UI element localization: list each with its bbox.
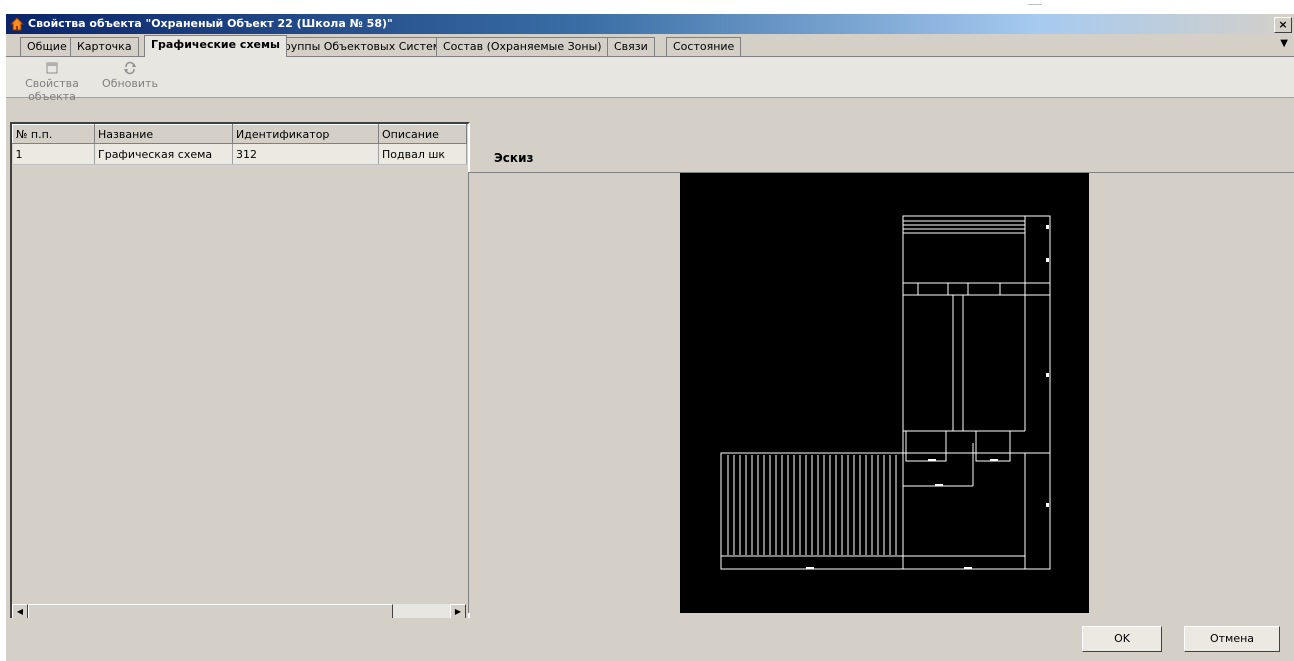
object-properties-label: Свойства объекта [25,77,79,103]
house-icon [10,17,24,31]
column-header-number[interactable]: № п.п. [12,124,95,144]
refresh-label: Обновить [102,77,158,90]
column-header-name[interactable]: Название [94,124,233,144]
cell-identifier: 312 [232,143,379,165]
stair-lines [727,455,897,555]
properties-icon [46,62,58,74]
desktop-strip [0,0,1294,14]
divider [1028,4,1042,5]
cell-description: Подвал шк [378,143,467,165]
object-properties-button[interactable]: Свойства объекта [10,61,94,103]
tab-card[interactable]: Карточка [70,37,139,56]
schemes-table: № п.п. Название Идентификатор Описание 1… [12,124,467,165]
sketch-image [680,173,1089,613]
tab-object-system-groups[interactable]: Группы Объектовых Систем [270,37,449,56]
column-header-description[interactable]: Описание [378,124,467,144]
preview-area [468,172,1294,613]
tab-state[interactable]: Состояние [666,37,742,56]
ok-button[interactable]: OK [1082,626,1162,652]
floor-plan-drawing [720,215,1051,570]
tab-links[interactable]: Связи [607,37,655,56]
refresh-icon [124,61,136,75]
table-row[interactable]: 1 Графическая схема 312 Подвал шк [12,143,467,165]
cell-name: Графическая схема [94,143,233,165]
window-title: Свойства объекта "Охраненый Объект 22 (Ш… [28,17,393,30]
refresh-button[interactable]: Обновить [100,61,160,90]
tab-graphic-schemes[interactable]: Графические схемы [144,35,287,57]
dialog-footer: OK Отмена [6,618,1294,661]
cancel-button[interactable]: Отмена [1184,626,1280,652]
title-bar[interactable]: Свойства объекта "Охраненый Объект 22 (Ш… [6,14,1294,34]
close-button[interactable]: × [1274,17,1292,33]
toolbar: Свойства объекта Обновить [6,57,1294,103]
properties-dialog: Свойства объекта "Охраненый Объект 22 (Ш… [6,14,1294,661]
tab-general[interactable]: Общие [20,37,74,56]
tab-composition[interactable]: Состав (Охраняемые Зоны) [436,37,609,56]
tab-menu-arrow-icon[interactable]: ▼ [1280,38,1288,49]
cell-number: 1 [12,143,95,165]
schemes-list-pane: № п.п. Название Идентификатор Описание 1… [10,122,470,622]
preview-label: Эскиз [494,151,534,165]
tab-bar: Общие Карточка Графические схемы Группы … [6,34,1294,57]
column-header-identifier[interactable]: Идентификатор [232,124,379,144]
